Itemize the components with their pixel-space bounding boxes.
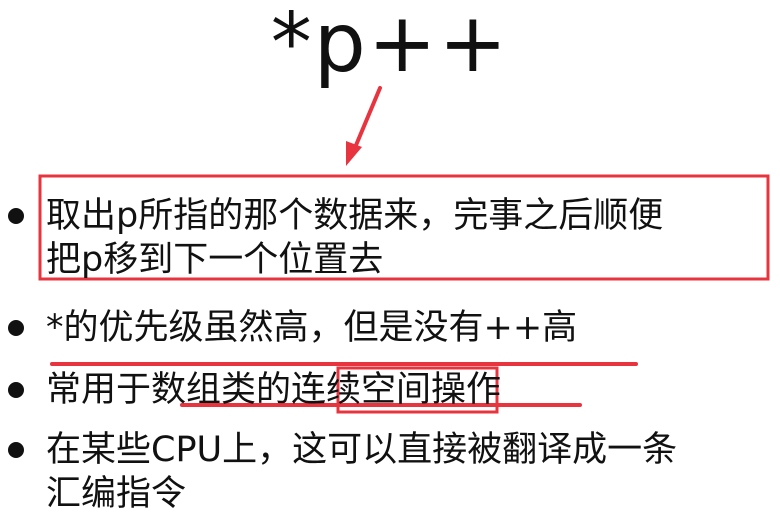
annotation-arrow-head (346, 141, 362, 166)
bullet-4-line-1: 在某些CPU上，这可以直接被翻译成一条 (46, 430, 678, 470)
bullet-4-line-2: 汇编指令 (46, 474, 187, 514)
bullet-marker-4 (8, 442, 24, 458)
annotation-arrow-shaft (352, 86, 382, 152)
bullet-marker-1 (8, 208, 24, 224)
bullet-1-line-2: 把p移到下一个位置去 (46, 240, 384, 280)
bullet-marker-2 (8, 320, 24, 336)
bullet-2-line-1: *的优先级虽然高，但是没有++高 (46, 308, 578, 348)
bullet-1-line-1: 取出p所指的那个数据来，完事之后顺便 (46, 196, 664, 236)
bullet-marker-3 (8, 382, 24, 398)
bullet-3-line-1: 常用于数组类的连续空间操作 (46, 370, 502, 410)
